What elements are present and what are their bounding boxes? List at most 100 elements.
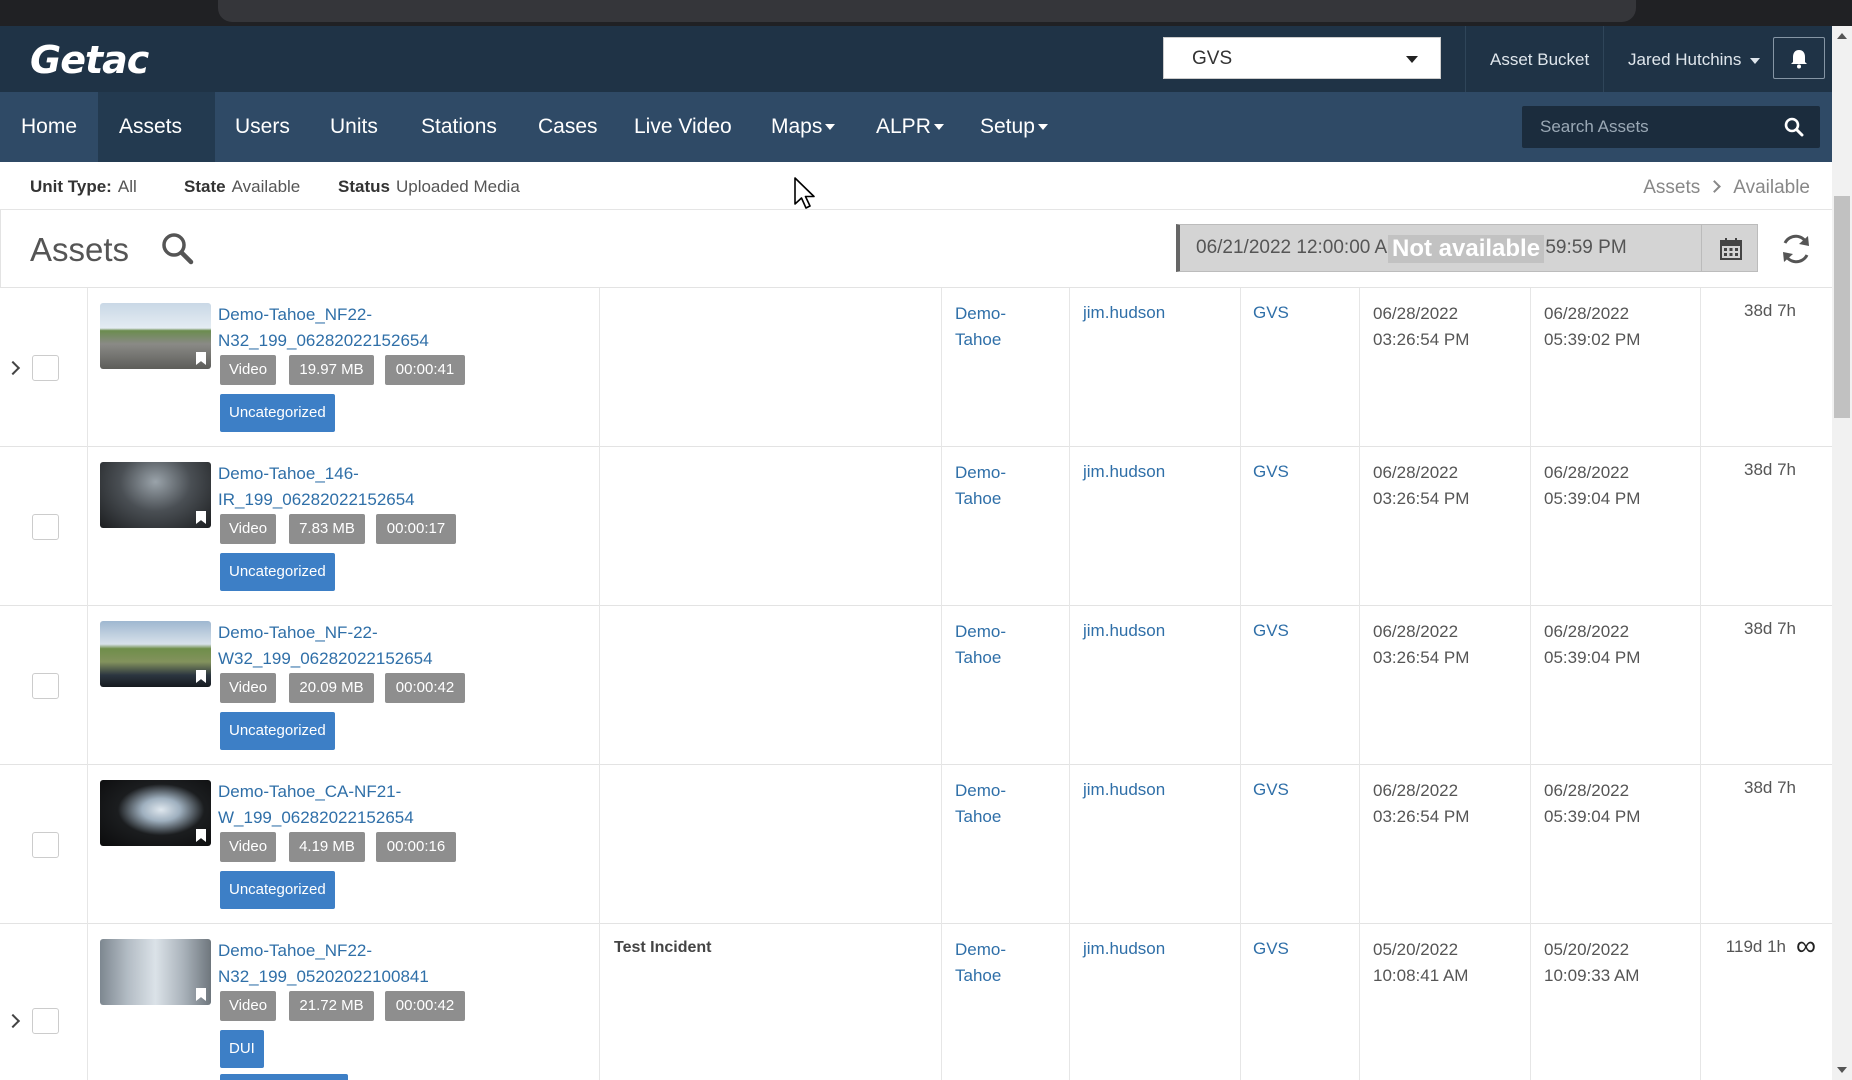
user-link[interactable]: jim.hudson	[1083, 939, 1165, 959]
asset-name-line: W32_199_06282022152654	[218, 649, 433, 668]
nav-assets[interactable]: Assets	[98, 92, 215, 201]
column-divider	[87, 288, 88, 447]
asset-name-link[interactable]: Demo-Tahoe_NF22- N32_199_05202022100841	[218, 938, 578, 990]
nav-stations[interactable]: Stations	[400, 92, 518, 162]
user-link[interactable]: jim.hudson	[1083, 303, 1165, 323]
calendar-button[interactable]	[1701, 225, 1757, 271]
agency-link[interactable]: GVS	[1253, 621, 1289, 641]
filter-status[interactable]: Status Uploaded Media	[338, 177, 520, 197]
nav-live-video[interactable]: Live Video	[613, 92, 753, 162]
user-link[interactable]: jim.hudson	[1083, 462, 1165, 482]
unit-link[interactable]: Demo- Tahoe	[955, 778, 1055, 830]
video-thumbnail[interactable]	[100, 462, 211, 528]
row-checkbox[interactable]	[32, 514, 59, 540]
notifications-button[interactable]	[1773, 37, 1825, 79]
size-badge: 4.19 MB	[289, 832, 365, 862]
column-divider	[1530, 765, 1531, 924]
asset-name-link[interactable]: Demo-Tahoe_CA-NF21- W_199_06282022152654	[218, 779, 578, 831]
chevron-right-icon	[1708, 180, 1722, 193]
column-divider	[1240, 765, 1241, 924]
agency-select[interactable]: GVS	[1163, 37, 1441, 79]
asset-bucket-link[interactable]: Asset Bucket	[1490, 50, 1589, 70]
row-checkbox[interactable]	[32, 355, 59, 381]
nav-users[interactable]: Users	[214, 92, 311, 162]
chevron-right-icon[interactable]	[5, 1013, 21, 1029]
upload-date: 06/28/2022	[1544, 781, 1630, 800]
getac-logo[interactable]: Getac	[30, 38, 149, 82]
table-row[interactable]: Demo-Tahoe_NF22- N32_199_05202022100841 …	[0, 924, 1832, 1080]
category-badge[interactable]: Uncategorized	[220, 553, 335, 591]
column-divider	[1700, 288, 1701, 447]
refresh-icon[interactable]	[1779, 232, 1813, 266]
nav-alpr[interactable]: ALPR	[855, 92, 965, 162]
main-nav: Home Assets Users Units Stations Cases L…	[0, 92, 1832, 201]
start-datetime: 06/28/2022 03:26:54 PM	[1373, 778, 1469, 830]
browser-address-bar[interactable]	[218, 0, 1636, 22]
page-scrollbar[interactable]	[1832, 26, 1852, 1080]
filter-state[interactable]: State Available	[184, 177, 300, 197]
bookmark-icon	[196, 511, 206, 524]
unit-link[interactable]: Demo- Tahoe	[955, 619, 1055, 671]
date-range-picker[interactable]: 06/21/2022 12:00:00 AM - 06/28/2022 11:5…	[1176, 224, 1758, 272]
column-divider	[941, 765, 942, 924]
column-divider	[1240, 924, 1241, 1080]
agency-link[interactable]: GVS	[1253, 939, 1289, 959]
category-badge-partial[interactable]	[220, 1074, 348, 1080]
search-icon[interactable]	[1784, 117, 1804, 137]
nav-units[interactable]: Units	[309, 92, 399, 162]
asset-name-link[interactable]: Demo-Tahoe_NF22- N32_199_06282022152654	[218, 302, 578, 354]
row-checkbox[interactable]	[32, 673, 59, 699]
asset-name-link[interactable]: Demo-Tahoe_NF-22- W32_199_06282022152654	[218, 620, 578, 672]
table-row[interactable]: Demo-Tahoe_NF22- N32_199_06282022152654 …	[0, 288, 1832, 447]
scrollbar-thumb[interactable]	[1834, 196, 1850, 418]
upload-time: 05:39:04 PM	[1544, 807, 1641, 826]
unit-line: Tahoe	[955, 648, 1002, 667]
start-date: 06/28/2022	[1373, 622, 1459, 641]
table-row[interactable]: Demo-Tahoe_NF-22- W32_199_06282022152654…	[0, 606, 1832, 765]
column-divider	[599, 447, 600, 606]
asset-name-link[interactable]: Demo-Tahoe_146- IR_199_06282022152654	[218, 461, 578, 513]
table-row[interactable]: Demo-Tahoe_CA-NF21- W_199_06282022152654…	[0, 765, 1832, 924]
search-icon[interactable]	[161, 232, 195, 266]
nav-maps[interactable]: Maps	[750, 92, 856, 162]
upload-datetime: 06/28/2022 05:39:04 PM	[1544, 460, 1640, 512]
search-assets-input[interactable]	[1522, 106, 1772, 148]
video-thumbnail[interactable]	[100, 780, 211, 846]
unit-link[interactable]: Demo- Tahoe	[955, 301, 1055, 353]
unit-link[interactable]: Demo- Tahoe	[955, 937, 1055, 989]
asset-name-line: IR_199_06282022152654	[218, 490, 415, 509]
user-link[interactable]: jim.hudson	[1083, 780, 1165, 800]
filter-unit-type[interactable]: Unit Type: All	[30, 177, 137, 197]
table-row[interactable]: Demo-Tahoe_146- IR_199_06282022152654 Vi…	[0, 447, 1832, 606]
category-badge[interactable]: Uncategorized	[220, 871, 335, 909]
nav-cases[interactable]: Cases	[517, 92, 619, 162]
scroll-up-arrow-icon[interactable]	[1837, 33, 1847, 39]
agency-link[interactable]: GVS	[1253, 780, 1289, 800]
chevron-right-icon[interactable]	[5, 360, 21, 376]
user-menu[interactable]: Jared Hutchins	[1628, 50, 1761, 70]
video-thumbnail[interactable]	[100, 621, 211, 687]
nav-home[interactable]: Home	[0, 92, 98, 162]
filter-bar: Unit Type: All State Available Status Uploa…	[0, 162, 1832, 210]
agency-link[interactable]: GVS	[1253, 462, 1289, 482]
user-link[interactable]: jim.hudson	[1083, 621, 1165, 641]
bookmark-icon	[196, 670, 206, 683]
scroll-down-arrow-icon[interactable]	[1837, 1067, 1847, 1073]
row-checkbox[interactable]	[32, 1008, 59, 1034]
row-checkbox[interactable]	[32, 832, 59, 858]
category-badge[interactable]: DUI	[220, 1030, 264, 1068]
breadcrumb: Assets Available	[1643, 177, 1810, 199]
unit-line: Tahoe	[955, 330, 1002, 349]
nav-setup[interactable]: Setup	[959, 92, 1069, 162]
video-thumbnail[interactable]	[100, 939, 211, 1005]
upload-datetime: 06/28/2022 05:39:04 PM	[1544, 619, 1640, 671]
filter-status-label: Status	[338, 177, 390, 196]
agency-link[interactable]: GVS	[1253, 303, 1289, 323]
bell-icon	[1791, 50, 1807, 69]
breadcrumb-assets[interactable]: Assets	[1643, 177, 1700, 198]
category-badge[interactable]: Uncategorized	[220, 712, 335, 750]
video-thumbnail[interactable]	[100, 303, 211, 369]
asset-name-line: Demo-Tahoe_146-	[218, 464, 359, 483]
unit-link[interactable]: Demo- Tahoe	[955, 460, 1055, 512]
category-badge[interactable]: Uncategorized	[220, 394, 335, 432]
